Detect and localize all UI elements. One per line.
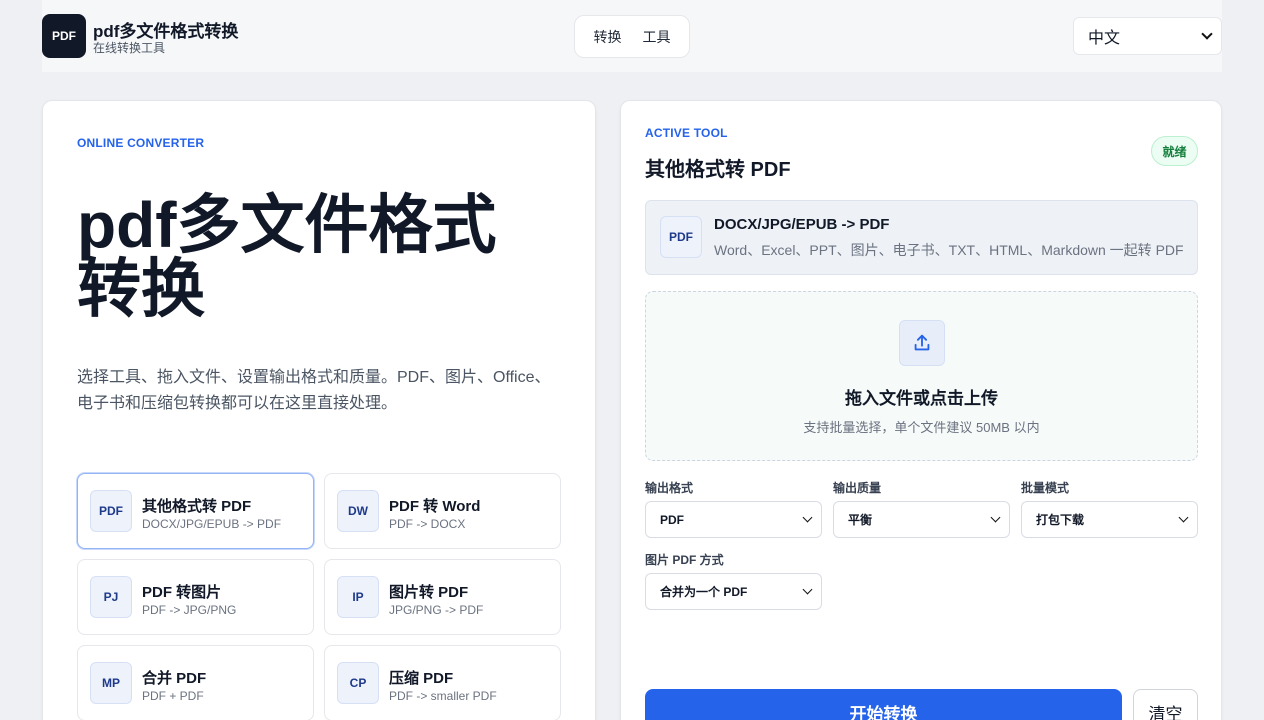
selected-tool-description: Word、Excel、PPT、图片、电子书、TXT、HTML、Markdown … xyxy=(714,242,1184,258)
chevron-down-icon xyxy=(1201,28,1213,40)
tool-badge: DW xyxy=(337,490,379,532)
batch-mode-label: 批量模式 xyxy=(1021,481,1070,495)
output-quality-select[interactable]: 平衡 xyxy=(833,501,1010,538)
tool-title: 其他格式转 PDF xyxy=(142,498,252,515)
tool-subtitle: PDF -> DOCX xyxy=(389,517,466,531)
tool-image-to-pdf[interactable]: IP 图片转 PDF JPG/PNG -> PDF xyxy=(324,559,561,635)
tool-pdf-to-word[interactable]: DW PDF 转 Word PDF -> DOCX xyxy=(324,473,561,549)
clear-button[interactable]: 清空 xyxy=(1133,689,1198,720)
active-tool-card: ACTIVE TOOL 其他格式转 PDF 就绪 PDF DOCX/JPG/EP… xyxy=(620,100,1222,720)
tool-title: 图片转 PDF xyxy=(389,584,469,601)
selected-tool-title: DOCX/JPG/EPUB -> PDF xyxy=(714,216,890,233)
batch-mode-value: 打包下载 xyxy=(1036,513,1085,527)
image-pdf-mode-value: 合并为一个 PDF xyxy=(660,585,748,599)
tool-subtitle: DOCX/JPG/EPUB -> PDF xyxy=(142,517,282,531)
output-quality-label: 输出质量 xyxy=(833,481,882,495)
tool-title: PDF 转 Word xyxy=(389,498,481,515)
tool-other-to-pdf[interactable]: PDF 其他格式转 PDF DOCX/JPG/EPUB -> PDF xyxy=(77,473,314,549)
dropzone-title: 拖入文件或点击上传 xyxy=(845,389,998,408)
output-quality-value: 平衡 xyxy=(848,513,873,527)
batch-mode-select[interactable]: 打包下载 xyxy=(1021,501,1198,538)
tool-title: 合并 PDF xyxy=(142,670,207,687)
tool-badge: MP xyxy=(90,662,132,704)
logo[interactable]: PDF xyxy=(42,14,86,58)
app-subtitle: 在线转换工具 xyxy=(93,41,166,55)
upload-dropzone[interactable]: 拖入文件或点击上传 支持批量选择，单个文件建议 50MB 以内 xyxy=(645,291,1198,461)
top-bar: PDF pdf多文件格式转换 在线转换工具 转换 工具 中文 xyxy=(42,0,1222,72)
output-format-value: PDF xyxy=(660,512,684,527)
image-pdf-mode-select[interactable]: 合并为一个 PDF xyxy=(645,573,822,610)
hero-card: ONLINE CONVERTER pdf多文件格式转换 选择工具、拖入文件、设置… xyxy=(42,100,596,720)
upload-icon xyxy=(899,320,945,366)
tool-subtitle: JPG/PNG -> PDF xyxy=(389,603,484,617)
tool-pdf-to-image[interactable]: PJ PDF 转图片 PDF -> JPG/PNG xyxy=(77,559,314,635)
active-tool-title: 其他格式转 PDF xyxy=(645,159,791,181)
tool-badge: IP xyxy=(337,576,379,618)
image-pdf-mode-label: 图片 PDF 方式 xyxy=(645,553,724,567)
chevron-down-icon xyxy=(990,512,1001,523)
start-convert-button[interactable]: 开始转换 xyxy=(645,689,1122,720)
tool-title: PDF 转图片 xyxy=(142,584,222,601)
tool-badge: PDF xyxy=(660,216,702,258)
language-select[interactable]: 中文 xyxy=(1073,17,1222,55)
chevron-down-icon xyxy=(1178,512,1189,523)
tool-badge: PJ xyxy=(90,576,132,618)
hero-eyebrow: ONLINE CONVERTER xyxy=(77,136,205,150)
tool-badge: PDF xyxy=(90,490,132,532)
chevron-down-icon xyxy=(802,512,813,523)
tool-subtitle: PDF + PDF xyxy=(142,689,204,703)
status-badge: 就绪 xyxy=(1151,136,1198,166)
language-value: 中文 xyxy=(1088,30,1121,47)
chevron-down-icon xyxy=(802,584,813,595)
tool-merge-pdf[interactable]: MP 合并 PDF PDF + PDF xyxy=(77,645,314,720)
hero-title: pdf多文件格式转换 xyxy=(77,189,497,325)
tool-badge: CP xyxy=(337,662,379,704)
selected-tool-summary: PDF DOCX/JPG/EPUB -> PDF Word、Excel、PPT、… xyxy=(645,200,1198,275)
tool-subtitle: PDF -> JPG/PNG xyxy=(142,603,237,617)
main-nav: 转换 工具 xyxy=(574,15,690,58)
dropzone-hint: 支持批量选择，单个文件建议 50MB 以内 xyxy=(803,420,1040,435)
nav-tools[interactable]: 工具 xyxy=(643,27,671,47)
tool-subtitle: PDF -> smaller PDF xyxy=(389,689,497,703)
output-format-select[interactable]: PDF xyxy=(645,501,822,538)
active-tool-eyebrow: ACTIVE TOOL xyxy=(645,126,728,140)
output-format-label: 输出格式 xyxy=(645,481,694,495)
tool-compress-pdf[interactable]: CP 压缩 PDF PDF -> smaller PDF xyxy=(324,645,561,720)
hero-description: 选择工具、拖入文件、设置输出格式和质量。PDF、图片、Office、电子书和压缩… xyxy=(77,369,551,412)
tool-title: 压缩 PDF xyxy=(389,670,454,687)
nav-convert[interactable]: 转换 xyxy=(594,27,622,47)
